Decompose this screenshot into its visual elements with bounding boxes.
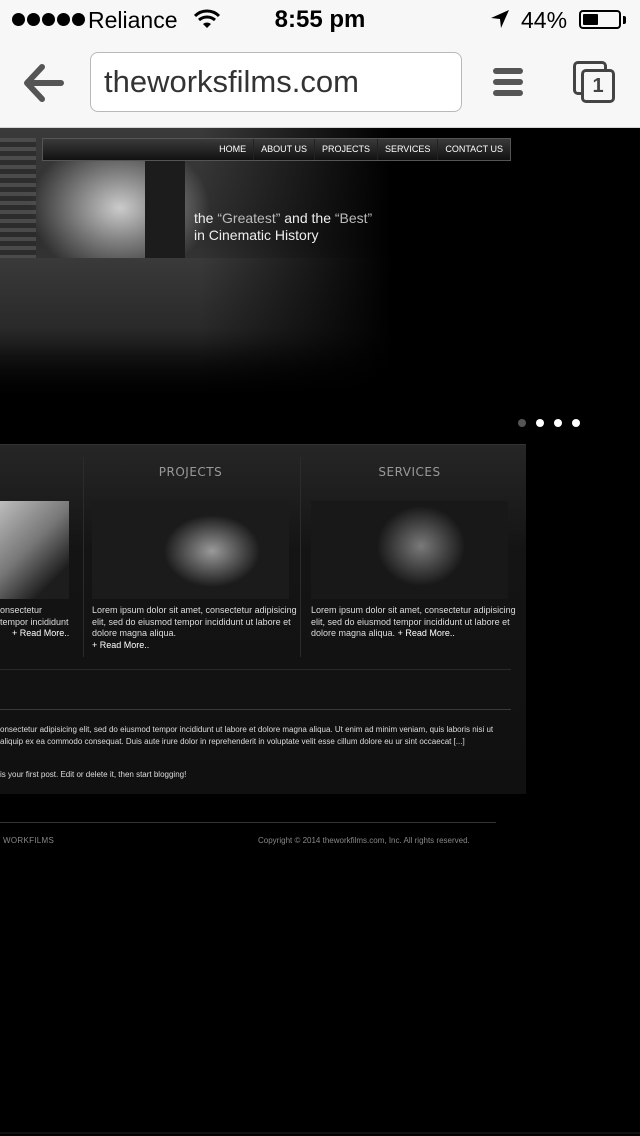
footer-brand: WORKFILMS: [3, 836, 55, 845]
slider-dot[interactable]: [554, 419, 562, 427]
tabs-button[interactable]: 1: [571, 59, 617, 105]
status-bar: Reliance 8:55 pm 44%: [0, 0, 640, 40]
nav-projects[interactable]: PROJECTS: [313, 139, 377, 160]
site-nav: HOME ABOUT US PROJECTS SERVICES CONTACT …: [42, 138, 511, 161]
read-more-link[interactable]: + Read More..: [398, 628, 455, 638]
hero-tagline: the “Greatest” and the “Best” in Cinemat…: [194, 210, 373, 243]
column-text: onsectetur tempor incididunt + Read More…: [0, 605, 80, 640]
services-text: Lorem ipsum dolor sit amet, consectetur …: [311, 605, 516, 638]
nav-home[interactable]: HOME: [212, 139, 253, 160]
column-title-projects: PROJECTS: [158, 465, 223, 479]
projects-text: Lorem ipsum dolor sit amet, consectetur …: [92, 605, 297, 652]
menu-icon[interactable]: [491, 66, 525, 98]
slider-dot[interactable]: [518, 419, 526, 427]
nav-contact-us[interactable]: CONTACT US: [437, 139, 510, 160]
battery-percent: 44%: [521, 7, 568, 33]
divider: [0, 709, 511, 710]
column-image[interactable]: [0, 501, 69, 599]
back-arrow-icon[interactable]: [22, 64, 64, 102]
services-image[interactable]: [311, 501, 508, 599]
divider: [0, 669, 511, 670]
slider-dot[interactable]: [572, 419, 580, 427]
page-bottom-edge: [0, 1132, 640, 1134]
column-title-services: SERVICES: [378, 465, 441, 479]
projects-image[interactable]: [92, 501, 289, 599]
browser-toolbar: theworksfilms.com 1: [0, 40, 640, 128]
post-note: is your first post. Edit or delete it, t…: [0, 770, 187, 779]
content-panel: onsectetur tempor incididunt + Read More…: [0, 444, 526, 794]
slider-dot[interactable]: [536, 419, 544, 427]
post-excerpt: onsectetur adipisicing elit, sed do eius…: [0, 725, 494, 746]
read-more-link[interactable]: + Read More..: [0, 628, 80, 640]
footer-copyright: Copyright © 2014 theworkfilms.com, Inc. …: [258, 836, 470, 845]
nav-about-us[interactable]: ABOUT US: [253, 139, 314, 160]
tab-count: 1: [581, 69, 615, 103]
hero-image: [0, 128, 440, 408]
web-page: the “Greatest” and the “Best” in Cinemat…: [0, 128, 640, 1136]
battery-icon: [579, 10, 621, 29]
location-arrow-icon: [491, 10, 509, 28]
battery-tip: [623, 16, 626, 24]
slider-dots: [518, 419, 580, 427]
read-more-link[interactable]: + Read More..: [92, 640, 297, 652]
url-field[interactable]: theworksfilms.com: [90, 52, 462, 112]
footer-divider: [0, 822, 496, 823]
nav-services[interactable]: SERVICES: [376, 139, 437, 160]
